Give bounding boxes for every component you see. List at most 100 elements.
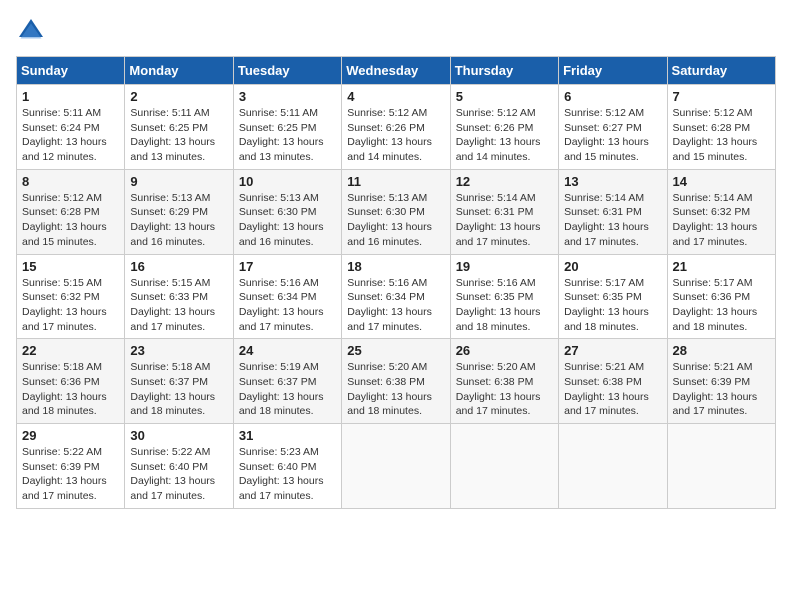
header <box>16 16 776 46</box>
day-number: 12 <box>456 174 553 189</box>
calendar-cell: 31 Sunrise: 5:23 AMSunset: 6:40 PMDaylig… <box>233 424 341 509</box>
day-info: Sunrise: 5:12 AMSunset: 6:28 PMDaylight:… <box>22 192 107 248</box>
day-info: Sunrise: 5:12 AMSunset: 6:26 PMDaylight:… <box>456 107 541 163</box>
calendar-cell: 20 Sunrise: 5:17 AMSunset: 6:35 PMDaylig… <box>559 254 667 339</box>
calendar-cell: 4 Sunrise: 5:12 AMSunset: 6:26 PMDayligh… <box>342 85 450 170</box>
day-number: 7 <box>673 89 770 104</box>
day-number: 11 <box>347 174 444 189</box>
day-info: Sunrise: 5:23 AMSunset: 6:40 PMDaylight:… <box>239 446 324 502</box>
day-info: Sunrise: 5:16 AMSunset: 6:35 PMDaylight:… <box>456 277 541 333</box>
calendar-cell: 29 Sunrise: 5:22 AMSunset: 6:39 PMDaylig… <box>17 424 125 509</box>
day-number: 8 <box>22 174 119 189</box>
day-info: Sunrise: 5:12 AMSunset: 6:28 PMDaylight:… <box>673 107 758 163</box>
day-number: 27 <box>564 343 661 358</box>
day-info: Sunrise: 5:13 AMSunset: 6:29 PMDaylight:… <box>130 192 215 248</box>
calendar-week-row: 15 Sunrise: 5:15 AMSunset: 6:32 PMDaylig… <box>17 254 776 339</box>
calendar-cell: 3 Sunrise: 5:11 AMSunset: 6:25 PMDayligh… <box>233 85 341 170</box>
column-header-saturday: Saturday <box>667 57 775 85</box>
day-info: Sunrise: 5:14 AMSunset: 6:31 PMDaylight:… <box>564 192 649 248</box>
calendar-cell: 17 Sunrise: 5:16 AMSunset: 6:34 PMDaylig… <box>233 254 341 339</box>
calendar-cell: 22 Sunrise: 5:18 AMSunset: 6:36 PMDaylig… <box>17 339 125 424</box>
calendar-cell: 28 Sunrise: 5:21 AMSunset: 6:39 PMDaylig… <box>667 339 775 424</box>
day-number: 3 <box>239 89 336 104</box>
day-number: 26 <box>456 343 553 358</box>
day-info: Sunrise: 5:16 AMSunset: 6:34 PMDaylight:… <box>239 277 324 333</box>
day-number: 25 <box>347 343 444 358</box>
day-info: Sunrise: 5:13 AMSunset: 6:30 PMDaylight:… <box>347 192 432 248</box>
calendar-cell: 13 Sunrise: 5:14 AMSunset: 6:31 PMDaylig… <box>559 169 667 254</box>
day-number: 30 <box>130 428 227 443</box>
day-number: 4 <box>347 89 444 104</box>
calendar-week-row: 8 Sunrise: 5:12 AMSunset: 6:28 PMDayligh… <box>17 169 776 254</box>
calendar-cell: 15 Sunrise: 5:15 AMSunset: 6:32 PMDaylig… <box>17 254 125 339</box>
day-info: Sunrise: 5:20 AMSunset: 6:38 PMDaylight:… <box>456 361 541 417</box>
calendar-header-row: SundayMondayTuesdayWednesdayThursdayFrid… <box>17 57 776 85</box>
calendar-cell: 25 Sunrise: 5:20 AMSunset: 6:38 PMDaylig… <box>342 339 450 424</box>
calendar-week-row: 29 Sunrise: 5:22 AMSunset: 6:39 PMDaylig… <box>17 424 776 509</box>
day-number: 13 <box>564 174 661 189</box>
calendar-cell: 12 Sunrise: 5:14 AMSunset: 6:31 PMDaylig… <box>450 169 558 254</box>
day-info: Sunrise: 5:15 AMSunset: 6:33 PMDaylight:… <box>130 277 215 333</box>
day-info: Sunrise: 5:17 AMSunset: 6:35 PMDaylight:… <box>564 277 649 333</box>
day-number: 15 <box>22 259 119 274</box>
day-info: Sunrise: 5:22 AMSunset: 6:40 PMDaylight:… <box>130 446 215 502</box>
day-info: Sunrise: 5:11 AMSunset: 6:24 PMDaylight:… <box>22 107 107 163</box>
day-info: Sunrise: 5:15 AMSunset: 6:32 PMDaylight:… <box>22 277 107 333</box>
day-info: Sunrise: 5:22 AMSunset: 6:39 PMDaylight:… <box>22 446 107 502</box>
day-number: 21 <box>673 259 770 274</box>
day-info: Sunrise: 5:18 AMSunset: 6:36 PMDaylight:… <box>22 361 107 417</box>
day-number: 29 <box>22 428 119 443</box>
day-info: Sunrise: 5:11 AMSunset: 6:25 PMDaylight:… <box>130 107 215 163</box>
calendar-cell: 2 Sunrise: 5:11 AMSunset: 6:25 PMDayligh… <box>125 85 233 170</box>
day-info: Sunrise: 5:14 AMSunset: 6:31 PMDaylight:… <box>456 192 541 248</box>
calendar-cell: 6 Sunrise: 5:12 AMSunset: 6:27 PMDayligh… <box>559 85 667 170</box>
column-header-thursday: Thursday <box>450 57 558 85</box>
calendar-cell: 9 Sunrise: 5:13 AMSunset: 6:29 PMDayligh… <box>125 169 233 254</box>
calendar-cell: 27 Sunrise: 5:21 AMSunset: 6:38 PMDaylig… <box>559 339 667 424</box>
day-info: Sunrise: 5:21 AMSunset: 6:38 PMDaylight:… <box>564 361 649 417</box>
day-info: Sunrise: 5:17 AMSunset: 6:36 PMDaylight:… <box>673 277 758 333</box>
day-info: Sunrise: 5:13 AMSunset: 6:30 PMDaylight:… <box>239 192 324 248</box>
calendar-cell <box>450 424 558 509</box>
calendar-cell: 23 Sunrise: 5:18 AMSunset: 6:37 PMDaylig… <box>125 339 233 424</box>
column-header-friday: Friday <box>559 57 667 85</box>
column-header-tuesday: Tuesday <box>233 57 341 85</box>
day-number: 24 <box>239 343 336 358</box>
column-header-wednesday: Wednesday <box>342 57 450 85</box>
calendar-cell: 24 Sunrise: 5:19 AMSunset: 6:37 PMDaylig… <box>233 339 341 424</box>
calendar-cell: 30 Sunrise: 5:22 AMSunset: 6:40 PMDaylig… <box>125 424 233 509</box>
calendar-cell: 10 Sunrise: 5:13 AMSunset: 6:30 PMDaylig… <box>233 169 341 254</box>
calendar-table: SundayMondayTuesdayWednesdayThursdayFrid… <box>16 56 776 509</box>
day-number: 28 <box>673 343 770 358</box>
day-number: 14 <box>673 174 770 189</box>
day-number: 1 <box>22 89 119 104</box>
day-number: 20 <box>564 259 661 274</box>
calendar-cell <box>667 424 775 509</box>
day-info: Sunrise: 5:12 AMSunset: 6:27 PMDaylight:… <box>564 107 649 163</box>
calendar-cell: 18 Sunrise: 5:16 AMSunset: 6:34 PMDaylig… <box>342 254 450 339</box>
day-info: Sunrise: 5:11 AMSunset: 6:25 PMDaylight:… <box>239 107 324 163</box>
calendar-cell: 8 Sunrise: 5:12 AMSunset: 6:28 PMDayligh… <box>17 169 125 254</box>
day-info: Sunrise: 5:18 AMSunset: 6:37 PMDaylight:… <box>130 361 215 417</box>
day-info: Sunrise: 5:20 AMSunset: 6:38 PMDaylight:… <box>347 361 432 417</box>
day-number: 23 <box>130 343 227 358</box>
calendar-cell <box>559 424 667 509</box>
logo-icon <box>16 16 46 46</box>
day-number: 22 <box>22 343 119 358</box>
day-number: 17 <box>239 259 336 274</box>
day-number: 9 <box>130 174 227 189</box>
day-info: Sunrise: 5:16 AMSunset: 6:34 PMDaylight:… <box>347 277 432 333</box>
day-info: Sunrise: 5:14 AMSunset: 6:32 PMDaylight:… <box>673 192 758 248</box>
calendar-cell: 7 Sunrise: 5:12 AMSunset: 6:28 PMDayligh… <box>667 85 775 170</box>
calendar-cell: 14 Sunrise: 5:14 AMSunset: 6:32 PMDaylig… <box>667 169 775 254</box>
calendar-cell: 16 Sunrise: 5:15 AMSunset: 6:33 PMDaylig… <box>125 254 233 339</box>
calendar-cell: 19 Sunrise: 5:16 AMSunset: 6:35 PMDaylig… <box>450 254 558 339</box>
calendar-cell: 1 Sunrise: 5:11 AMSunset: 6:24 PMDayligh… <box>17 85 125 170</box>
calendar-cell <box>342 424 450 509</box>
calendar-week-row: 22 Sunrise: 5:18 AMSunset: 6:36 PMDaylig… <box>17 339 776 424</box>
day-info: Sunrise: 5:21 AMSunset: 6:39 PMDaylight:… <box>673 361 758 417</box>
logo <box>16 16 50 46</box>
calendar-cell: 11 Sunrise: 5:13 AMSunset: 6:30 PMDaylig… <box>342 169 450 254</box>
day-number: 10 <box>239 174 336 189</box>
day-number: 16 <box>130 259 227 274</box>
